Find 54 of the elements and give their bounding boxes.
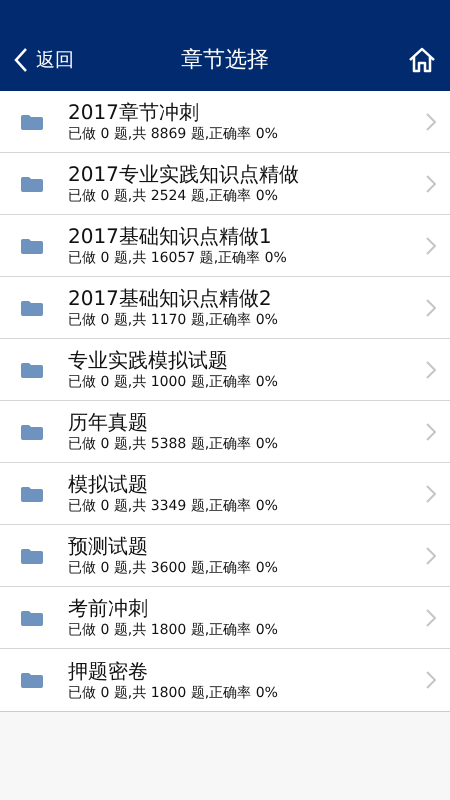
- chevron-icon: [426, 671, 436, 689]
- chapter-row[interactable]: 模拟试题 已做 0 题,共 3349 题,正确率 0%: [0, 463, 450, 525]
- chapter-stats: 已做 0 题,共 1170 题,正确率 0%: [68, 312, 279, 329]
- chapter-title: 2017章节冲刺: [68, 100, 200, 124]
- chapter-title: 2017基础知识点精做1: [68, 224, 273, 248]
- screen-title: 章节选择: [181, 46, 269, 74]
- chapter-row[interactable]: 2017基础知识点精做2 已做 0 题,共 1170 题,正确率 0%: [0, 277, 450, 339]
- chapter-title: 历年真题: [68, 410, 149, 434]
- chapter-row[interactable]: 押题密卷 已做 0 题,共 1800 题,正确率 0%: [0, 649, 450, 711]
- chapter-stats: 已做 0 题,共 1000 题,正确率 0%: [68, 374, 279, 391]
- folder-icon: [20, 298, 44, 316]
- folder-icon: [20, 236, 44, 254]
- chapter-title: 2017专业实践知识点精做: [68, 162, 300, 186]
- chevron-icon: [426, 608, 436, 626]
- folder-icon: [20, 484, 44, 502]
- chapter-row[interactable]: 2017章节冲刺 已做 0 题,共 8869 题,正确率 0%: [0, 91, 450, 153]
- chapter-row[interactable]: 考前冲刺 已做 0 题,共 1800 题,正确率 0%: [0, 587, 450, 649]
- chapter-row[interactable]: 历年真题 已做 0 题,共 5388 题,正确率 0%: [0, 401, 450, 463]
- chapter-stats: 已做 0 题,共 5388 题,正确率 0%: [68, 436, 279, 453]
- home-icon: [408, 47, 436, 73]
- folder-icon: [20, 671, 44, 689]
- folder-icon: [20, 608, 44, 626]
- chapter-stats: 已做 0 题,共 3600 题,正确率 0%: [68, 560, 279, 577]
- chapter-row[interactable]: 专业实践模拟试题 已做 0 题,共 1000 题,正确率 0%: [0, 339, 450, 401]
- folder-icon: [20, 174, 44, 192]
- chapter-title: 押题密卷: [68, 658, 149, 683]
- chapter-stats: 已做 0 题,共 1800 题,正确率 0%: [68, 684, 279, 702]
- folder-icon: [20, 112, 44, 130]
- chapter-title: 预测试题: [68, 534, 149, 558]
- folder-icon: [20, 422, 44, 440]
- chevron-icon: [426, 484, 436, 502]
- chevron-icon: [426, 546, 436, 564]
- chapter-row[interactable]: 2017基础知识点精做1 已做 0 题,共 16057 题,正确率 0%: [0, 215, 450, 277]
- chapter-title: 2017基础知识点精做2: [68, 286, 273, 310]
- chevron-icon: [426, 298, 436, 316]
- back-icon: [14, 47, 28, 73]
- chapter-title: 专业实践模拟试题: [68, 348, 229, 372]
- chapter-row[interactable]: 预测试题 已做 0 题,共 3600 题,正确率 0%: [0, 525, 450, 587]
- chapter-row[interactable]: 2017专业实践知识点精做 已做 0 题,共 2524 题,正确率 0%: [0, 153, 450, 215]
- chapter-stats: 已做 0 题,共 2524 题,正确率 0%: [68, 188, 279, 205]
- chapter-title: 考前冲刺: [68, 596, 149, 620]
- chapter-title: 模拟试题: [68, 472, 149, 496]
- chevron-icon: [426, 236, 436, 254]
- chevron-icon: [426, 112, 436, 130]
- chapter-stats: 已做 0 题,共 16057 题,正确率 0%: [68, 250, 288, 267]
- chevron-icon: [426, 422, 436, 440]
- chevron-icon: [426, 174, 436, 192]
- chapter-stats: 已做 0 题,共 1800 题,正确率 0%: [68, 622, 279, 639]
- back-button[interactable]: 返回: [0, 46, 74, 74]
- chapter-stats: 已做 0 题,共 3349 题,正确率 0%: [68, 498, 279, 515]
- chapter-stats: 已做 0 题,共 8869 题,正确率 0%: [68, 126, 279, 143]
- folder-icon: [20, 546, 44, 564]
- folder-icon: [20, 360, 44, 378]
- chevron-icon: [426, 360, 436, 378]
